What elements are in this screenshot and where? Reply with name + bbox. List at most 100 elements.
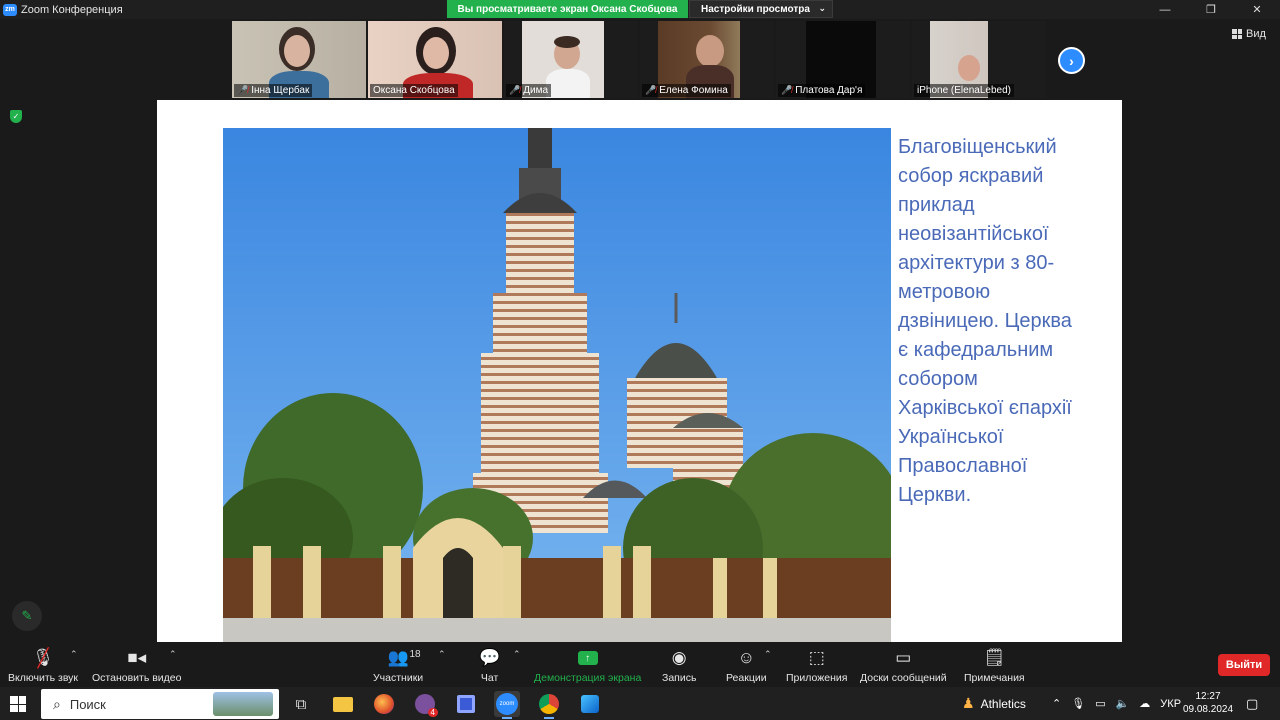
weather-widget[interactable]: ♟ Athletics [962,687,1026,720]
save-app-icon[interactable] [453,691,479,717]
view-button-label: Вид [1246,28,1266,40]
mic-muted-icon: 🎤̸ [645,85,657,95]
apps-icon: ⬚ [808,648,825,667]
share-screen-label: Демонстрация экрана [534,672,642,684]
participant-name: Дима [523,85,549,96]
chat-button[interactable]: 💬 Чат [479,647,500,684]
participant-name-tag: 🎤̸ Елена Фомина [642,84,731,97]
file-explorer-icon[interactable] [330,691,356,717]
participant-tile-active-speaker[interactable]: Оксана Скобцова [368,21,502,98]
chat-bubble-icon: 💬 [479,648,501,667]
mic-muted-icon: 🎤̸ [237,85,249,95]
mic-tray-icon[interactable]: 🎙 [1071,697,1085,710]
participant-name-tag: iPhone (ElenaLebed) [914,84,1014,97]
chat-label: Чат [480,672,499,684]
view-options-label: Настройки просмотра [701,3,810,15]
maximize-icon[interactable]: ❐ [1188,0,1234,19]
unmute-label: Включить звук [8,672,79,684]
participant-tile[interactable]: 🎤̸ Інна Щербак [232,21,366,98]
mic-muted-icon: 🎙 ╱ [32,647,54,668]
participant-name-tag: 🎤̸ Інна Щербак [234,84,313,97]
shared-screen-slide: Благовіщенський собор яскравий приклад н… [157,100,1122,642]
participant-name-tag: 🎤̸ Платова Дар'я [778,84,866,97]
whiteboards-button[interactable]: ▭ Доски сообщений [860,647,947,684]
participant-name: Елена Фомина [659,85,728,96]
windows-taskbar: ⌕ Поиск ⧉ 4 zoom ♟ Athletics ⌃ 🎙 ▭ 🔈 ☁ У… [0,687,1280,720]
clock-date: 09.08.2024 [1182,704,1234,715]
record-label: Запись [662,672,697,684]
close-icon[interactable]: ✕ [1234,0,1280,19]
share-screen-button[interactable]: ↑ Демонстрация экрана [534,647,641,684]
viber-icon[interactable]: 4 [412,691,438,717]
search-highlight-image [213,692,273,716]
pencil-icon: ✎ [21,608,33,623]
view-button[interactable]: Вид [1232,28,1266,40]
windows-start-icon[interactable] [10,696,26,712]
volume-icon[interactable]: 🔈 [1116,697,1130,710]
participant-name: Платова Дар'я [795,85,863,96]
participants-icon: 👥 18 [387,648,421,667]
taskbar-search-box[interactable]: ⌕ Поиск [41,689,279,719]
unmute-button[interactable]: 🎙 ╱ Включить звук [8,647,79,685]
apps-label: Приложения [786,672,848,684]
battery-icon[interactable]: ▭ [1095,697,1105,710]
meeting-toolbar: 🎙 ╱ Включить звук ⌃ ■◂ Остановить видео ⌃… [0,643,1280,687]
onedrive-icon[interactable]: ☁ [1139,697,1150,710]
task-view-icon[interactable]: ⧉ [288,691,314,717]
share-screen-icon: ↑ [577,651,598,665]
view-options-dropdown[interactable]: Настройки просмотра ⌄ [689,0,833,18]
participant-name-tag: 🎤̸ Дима [506,84,552,97]
photos-app-icon[interactable] [577,691,603,717]
participant-strip: 🎤̸ Інна Щербак Оксана Скобцова 🎤̸ Дима 🎤̸ Е… [232,21,1046,98]
participants-label: Участники [373,672,424,684]
encryption-shield-icon[interactable]: ✓ [10,110,22,123]
audio-options-caret-icon[interactable]: ⌃ [70,649,78,660]
taskbar-clock[interactable]: 12:27 09.08.2024 [1182,690,1234,716]
zoom-logo-icon: zm [3,3,17,16]
next-participants-button[interactable]: › [1058,47,1085,74]
participants-options-caret-icon[interactable]: ⌃ [438,649,446,660]
notifications-icon[interactable]: ▢ [1246,687,1258,720]
reactions-options-caret-icon[interactable]: ⌃ [764,649,772,660]
video-camera-icon: ■◂ [127,648,147,667]
tray-expand-icon[interactable]: ⌃ [1052,697,1061,710]
stop-video-label: Остановить видео [92,672,182,684]
participant-tile[interactable]: iPhone (ElenaLebed) [912,21,1046,98]
minimize-icon[interactable]: — [1142,0,1188,19]
participant-name: Інна Щербак [251,85,310,96]
zoom-taskbar-icon[interactable]: zoom [494,691,520,719]
record-icon: ◉ [671,648,687,667]
search-placeholder: Поиск [69,696,106,712]
system-tray: ⌃ 🎙 ▭ 🔈 ☁ УКР [1052,687,1181,720]
firefox-icon[interactable] [371,691,397,717]
mic-muted-icon: 🎤̸ [781,85,793,95]
annotate-pencil-button[interactable]: ✎ [12,601,42,631]
cathedral-photo [223,128,891,642]
app-title: Zoom Конференция [21,3,123,16]
participant-tile[interactable]: 🎤̸ Елена Фомина [640,21,774,98]
video-options-caret-icon[interactable]: ⌃ [169,649,177,660]
viber-badge: 4 [427,708,438,717]
leave-button[interactable]: Выйти [1218,654,1270,676]
title-bar: zm Zoom Конференция Вы просматриваете эк… [0,0,1280,19]
notes-icon: 🗒 [983,648,1006,667]
weather-label: Athletics [980,696,1026,711]
clock-time: 12:27 [1195,691,1221,702]
chevron-down-icon: ⌄ [818,3,826,13]
slide-text: Благовіщенський собор яскравий приклад н… [898,136,1072,506]
participant-tile[interactable]: 🎤̸ Дима [504,21,638,98]
participant-name: Оксана Скобцова [373,85,455,96]
whiteboards-label: Доски сообщений [860,672,947,684]
record-button[interactable]: ◉ Запись [662,647,696,684]
reactions-button[interactable]: ☺ Реакции [726,647,767,684]
participant-tile[interactable]: 🎤̸ Платова Дар'я [776,21,910,98]
language-indicator[interactable]: УКР [1160,698,1181,710]
apps-button[interactable]: ⬚ Приложения [786,647,847,684]
zoom-window: zm Zoom Конференция Вы просматриваете эк… [0,0,1280,720]
participants-button[interactable]: 👥 18 Участники [373,647,423,684]
chrome-icon[interactable] [536,691,562,719]
participant-name-tag: Оксана Скобцова [370,84,458,97]
search-icon: ⌕ [53,695,61,712]
chat-options-caret-icon[interactable]: ⌃ [513,649,521,660]
notes-button[interactable]: 🗒 Примечания [964,647,1025,684]
